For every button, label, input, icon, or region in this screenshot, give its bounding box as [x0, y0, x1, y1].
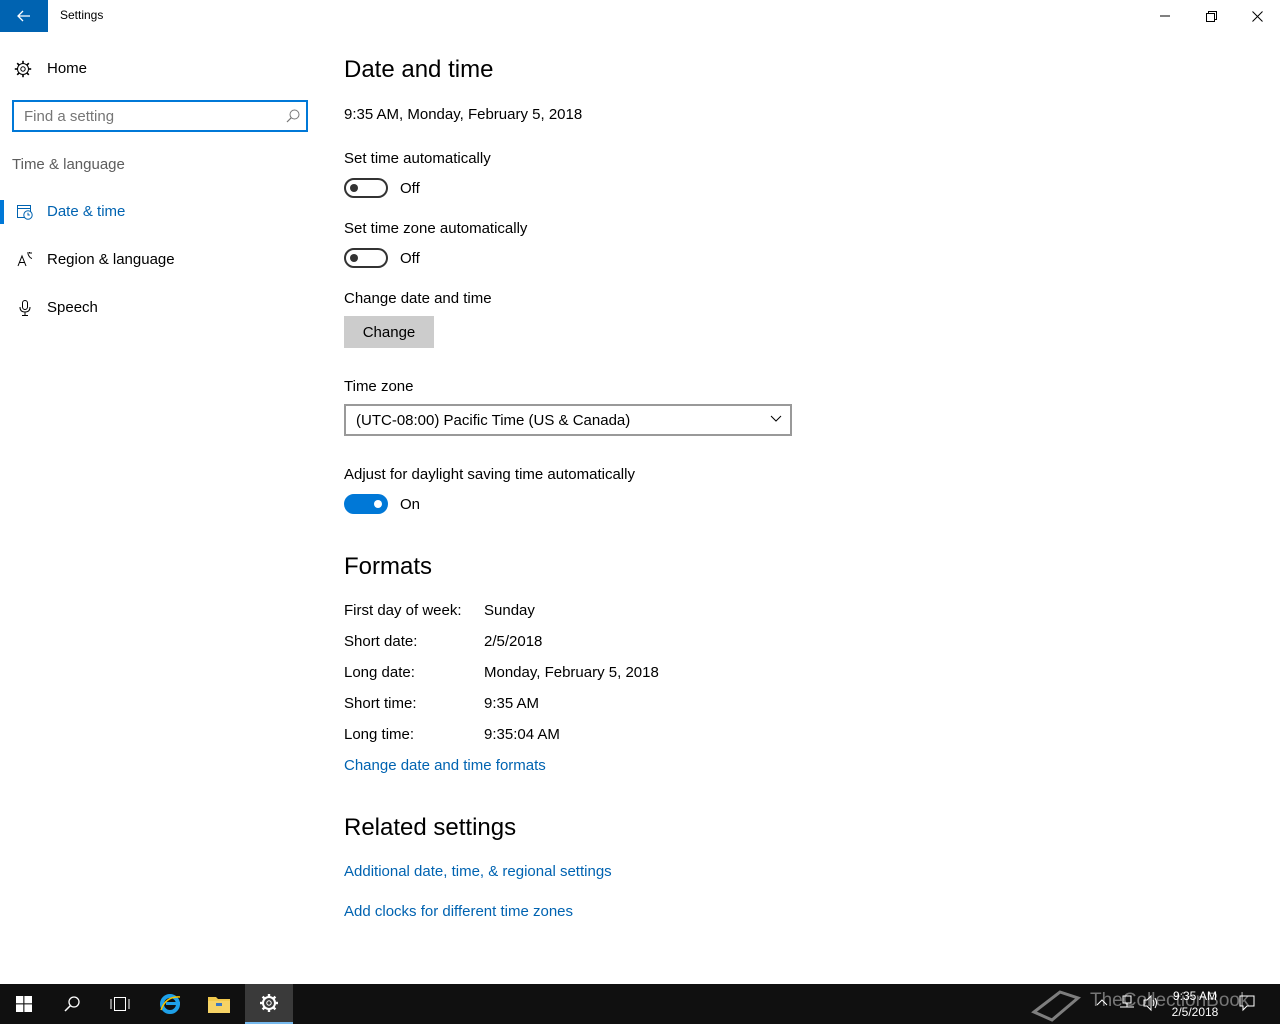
format-key: Long date: — [344, 664, 415, 681]
format-key: Long time: — [344, 726, 415, 743]
file-explorer-button[interactable] — [195, 984, 243, 1024]
gear-icon — [260, 994, 278, 1012]
date-time-icon — [17, 205, 33, 220]
active-indicator — [0, 200, 4, 224]
close-icon — [1251, 10, 1263, 22]
volume-icon[interactable] — [1142, 994, 1160, 1012]
toggle-knob — [350, 184, 358, 192]
daylight-saving-label: Adjust for daylight saving time automati… — [344, 466, 635, 483]
related-settings-heading: Related settings — [344, 814, 517, 841]
sidebar-item-region-language[interactable]: Region & language — [0, 240, 320, 280]
network-icon[interactable] — [1118, 994, 1136, 1012]
start-button[interactable] — [0, 984, 48, 1024]
internet-explorer-icon — [160, 994, 181, 1014]
chevron-up-icon[interactable] — [1096, 998, 1108, 1006]
sidebar-item-date-time[interactable]: Date & time — [0, 192, 320, 232]
title-bar: Settings — [0, 0, 1280, 32]
clock[interactable]: 9:35 AM 2/5/2018 — [1160, 988, 1230, 1020]
change-formats-link[interactable]: Change date and time formats — [344, 757, 546, 774]
window-title: Settings — [60, 8, 104, 22]
toggle-knob — [374, 500, 382, 508]
formats-heading: Formats — [344, 553, 433, 580]
time-zone-dropdown[interactable]: (UTC-08:00) Pacific Time (US & Canada) — [344, 404, 792, 436]
format-key: Short date: — [344, 633, 418, 650]
format-value: 9:35 AM — [484, 695, 540, 712]
current-datetime: 9:35 AM, Monday, February 5, 2018 — [344, 106, 583, 123]
set-time-auto-state: Off — [400, 180, 420, 197]
sidebar-item-label: Region & language — [47, 251, 175, 268]
region-language-icon — [17, 252, 33, 267]
toggle-knob — [350, 254, 358, 262]
search-box[interactable] — [12, 100, 308, 132]
daylight-saving-state: On — [400, 496, 421, 513]
page-title: Date and time — [344, 56, 494, 83]
task-view-icon — [110, 997, 130, 1011]
set-timezone-auto-state: Off — [400, 250, 420, 267]
format-value: Monday, February 5, 2018 — [484, 664, 659, 681]
time-zone-label: Time zone — [344, 378, 414, 395]
restore-button[interactable] — [1188, 0, 1234, 32]
format-value: Sunday — [484, 602, 535, 619]
set-timezone-auto-toggle[interactable] — [344, 248, 388, 268]
folder-icon — [208, 997, 230, 1013]
time-zone-value: (UTC-08:00) Pacific Time (US & Canada) — [356, 412, 631, 429]
clock-date: 2/5/2018 — [1171, 1005, 1219, 1019]
add-clocks-link[interactable]: Add clocks for different time zones — [344, 903, 573, 920]
back-button[interactable] — [0, 0, 48, 32]
restore-icon — [1205, 10, 1217, 22]
search-input[interactable] — [24, 106, 274, 126]
back-arrow-icon — [17, 10, 30, 22]
format-key: Short time: — [344, 695, 417, 712]
search-taskbar-button[interactable] — [48, 984, 96, 1024]
search-icon[interactable] — [286, 109, 300, 123]
nav-home-label: Home — [47, 60, 88, 77]
section-label: Time & language — [12, 156, 125, 173]
change-button[interactable]: Change — [344, 316, 434, 348]
sidebar: Home Time & language Date & time Region … — [0, 32, 320, 984]
main-content: Date and time 9:35 AM, Monday, February … — [344, 32, 1244, 984]
format-key: First day of week: — [344, 602, 462, 619]
gear-icon — [14, 60, 32, 78]
set-time-auto-toggle[interactable] — [344, 178, 388, 198]
sidebar-item-speech[interactable]: Speech — [0, 288, 320, 328]
sidebar-item-label: Speech — [47, 299, 98, 316]
minimize-icon — [1160, 15, 1170, 17]
format-value: 9:35:04 AM — [484, 726, 560, 743]
task-view-button[interactable] — [96, 984, 144, 1024]
change-datetime-label: Change date and time — [344, 290, 492, 307]
close-button[interactable] — [1234, 0, 1280, 32]
clock-time: 9:35 AM — [1172, 989, 1218, 1003]
windows-logo-icon — [16, 996, 32, 1012]
edge-browser-button[interactable] — [146, 984, 194, 1024]
set-timezone-auto-label: Set time zone automatically — [344, 220, 528, 237]
daylight-saving-toggle[interactable] — [344, 494, 388, 514]
action-center-icon[interactable] — [1238, 994, 1256, 1012]
nav-home[interactable]: Home — [0, 54, 320, 86]
additional-regional-settings-link[interactable]: Additional date, time, & regional settin… — [344, 863, 612, 880]
sidebar-item-label: Date & time — [47, 203, 126, 220]
search-icon — [64, 996, 80, 1012]
set-time-auto-label: Set time automatically — [344, 150, 491, 167]
microphone-icon — [19, 300, 31, 316]
minimize-button[interactable] — [1142, 0, 1188, 32]
settings-taskbar-button[interactable] — [245, 984, 293, 1024]
taskbar: TheCollectionBook 9:35 AM 2/5/2018 — [0, 984, 1280, 1024]
book-watermark-icon — [1031, 990, 1082, 1022]
chevron-down-icon — [770, 415, 782, 422]
format-value: 2/5/2018 — [484, 633, 543, 650]
